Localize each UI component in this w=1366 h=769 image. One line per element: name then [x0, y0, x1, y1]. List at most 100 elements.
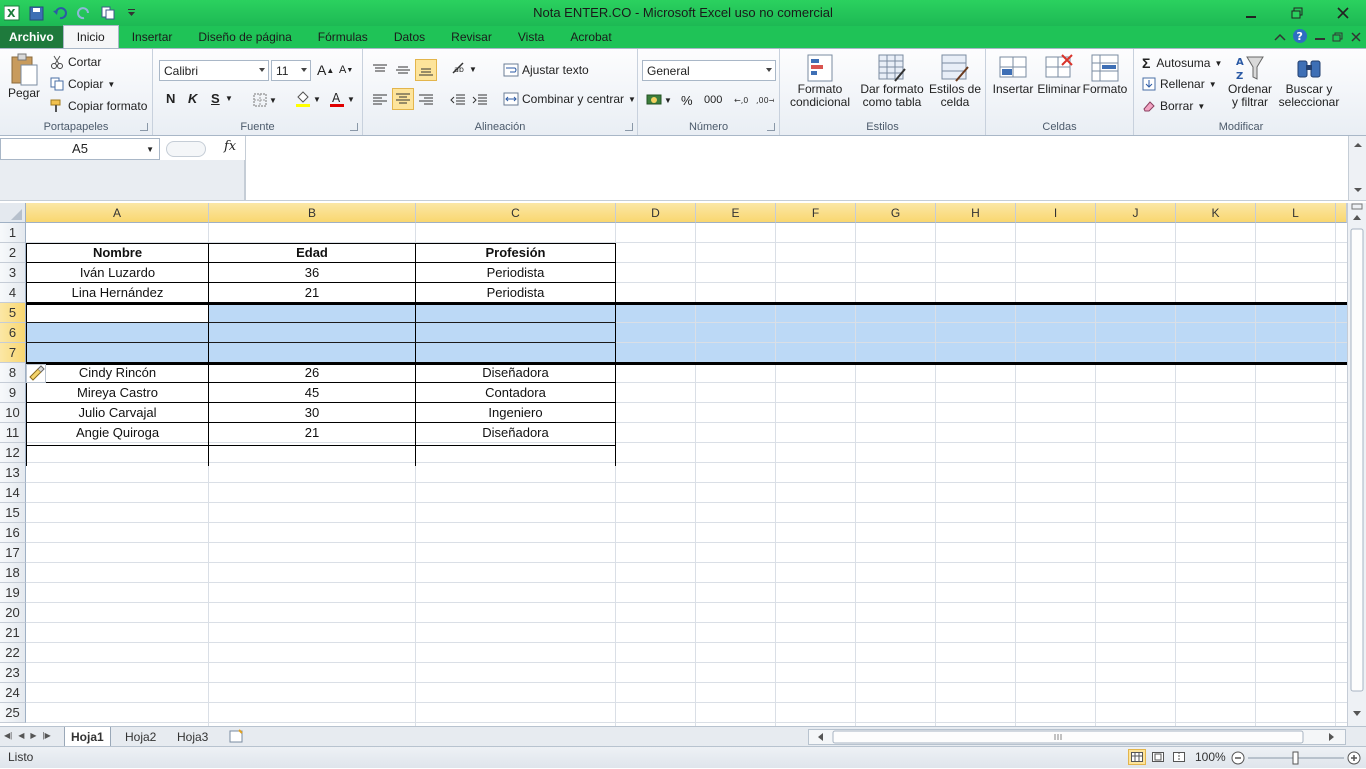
- table-cell[interactable]: Diseñadora: [416, 423, 615, 443]
- italic-button[interactable]: K: [188, 91, 197, 106]
- column-header-a[interactable]: A: [26, 203, 209, 223]
- row-header-3[interactable]: 3: [0, 263, 26, 283]
- table-cell[interactable]: Julio Carvajal: [27, 403, 208, 423]
- page-layout-view-icon[interactable]: [1149, 749, 1167, 765]
- name-box[interactable]: A5 ▼: [0, 138, 160, 160]
- row-header-11[interactable]: 11: [0, 423, 26, 443]
- underline-dropdown-icon[interactable]: ▼: [225, 94, 233, 103]
- table-cell[interactable]: Ingeniero: [416, 403, 615, 423]
- align-right-button[interactable]: [418, 93, 434, 107]
- row-header-2[interactable]: 2: [0, 243, 26, 263]
- row-header-16[interactable]: 16: [0, 523, 26, 543]
- table-cell[interactable]: 30: [209, 403, 415, 423]
- row-header-25[interactable]: 25: [0, 703, 26, 723]
- table-cell[interactable]: [209, 303, 415, 323]
- last-sheet-icon[interactable]: |▶: [43, 731, 51, 740]
- tab-vista[interactable]: Vista: [505, 26, 557, 48]
- tab-revisar[interactable]: Revisar: [438, 26, 505, 48]
- page-break-view-icon[interactable]: [1170, 749, 1188, 765]
- table-cell[interactable]: [27, 323, 208, 343]
- column-header-e[interactable]: E: [696, 203, 776, 223]
- tab-acrobat[interactable]: Acrobat: [557, 26, 624, 48]
- column-header-d[interactable]: D: [616, 203, 696, 223]
- clear-button[interactable]: Borrar ▼: [1142, 99, 1205, 113]
- tab-inicio[interactable]: Inicio: [62, 25, 119, 48]
- next-sheet-icon[interactable]: ▶: [30, 731, 36, 740]
- zoom-slider[interactable]: [1230, 750, 1362, 766]
- cut-button[interactable]: Cortar: [50, 55, 101, 69]
- row-header-17[interactable]: 17: [0, 543, 26, 563]
- fill-button[interactable]: Rellenar ▼: [1142, 77, 1217, 91]
- column-header-m[interactable]: [1336, 203, 1347, 223]
- table-cell[interactable]: 21: [209, 283, 415, 303]
- row-header-14[interactable]: 14: [0, 483, 26, 503]
- table-header-profesion[interactable]: Profesión: [416, 243, 615, 263]
- row-header-23[interactable]: 23: [0, 663, 26, 683]
- format-cells-button[interactable]: Formato: [1082, 53, 1128, 96]
- percent-button[interactable]: %: [681, 93, 693, 108]
- font-size-combo[interactable]: 11: [271, 60, 311, 81]
- underline-button[interactable]: S: [211, 91, 220, 106]
- orientation-button[interactable]: ab ▼: [451, 61, 477, 77]
- help-icon[interactable]: ?: [1292, 28, 1308, 47]
- table-cell[interactable]: Lina Hernández: [27, 283, 208, 303]
- format-painter-button[interactable]: Copiar formato: [50, 99, 147, 113]
- column-header-i[interactable]: I: [1016, 203, 1096, 223]
- table-cell[interactable]: 21: [209, 423, 415, 443]
- row-header-5[interactable]: 5: [0, 303, 26, 323]
- thousands-button[interactable]: 000: [704, 94, 722, 106]
- row-header-7[interactable]: 7: [0, 343, 26, 363]
- align-center-button[interactable]: [392, 88, 414, 110]
- decrease-indent-button[interactable]: [450, 93, 466, 107]
- table-header-nombre[interactable]: Nombre: [27, 243, 208, 263]
- align-bottom-button[interactable]: [415, 59, 437, 81]
- column-header-j[interactable]: J: [1096, 203, 1176, 223]
- column-header-c[interactable]: C: [416, 203, 616, 223]
- shrink-font-button[interactable]: A ▼: [339, 64, 353, 76]
- fill-color-button[interactable]: ▼: [295, 91, 321, 107]
- sheet-tab-hoja2[interactable]: Hoja2: [119, 727, 162, 747]
- first-sheet-icon[interactable]: ◀|: [4, 731, 12, 740]
- collapse-ribbon-icon[interactable]: [1274, 31, 1286, 45]
- sheet-tab-hoja1[interactable]: Hoja1: [64, 727, 111, 747]
- table-cell[interactable]: [416, 303, 615, 323]
- copy-button[interactable]: Copiar ▼: [50, 77, 115, 91]
- row-header-24[interactable]: 24: [0, 683, 26, 703]
- cell-styles-button[interactable]: Estilos de celda: [926, 53, 984, 109]
- table-header-edad[interactable]: Edad: [209, 243, 415, 263]
- delete-cells-button[interactable]: Eliminar: [1036, 53, 1082, 96]
- row-header-19[interactable]: 19: [0, 583, 26, 603]
- table-cell[interactable]: Mireya Castro: [27, 383, 208, 403]
- format-as-table-button[interactable]: Dar formato como tabla: [858, 53, 926, 109]
- table-cell[interactable]: Contadora: [416, 383, 615, 403]
- formula-bar-scroll[interactable]: [1348, 136, 1366, 200]
- dialog-launcher-icon[interactable]: [140, 123, 148, 131]
- normal-view-icon[interactable]: [1128, 749, 1146, 765]
- column-header-h[interactable]: H: [936, 203, 1016, 223]
- currency-button[interactable]: ▼: [646, 92, 672, 108]
- dialog-launcher-icon[interactable]: [350, 123, 358, 131]
- column-header-b[interactable]: B: [209, 203, 416, 223]
- workbook-minimize-icon[interactable]: [1314, 31, 1326, 45]
- name-box-dropdown-icon[interactable]: ▼: [146, 140, 154, 160]
- insert-function-icon[interactable]: fx: [224, 139, 236, 154]
- new-sheet-icon[interactable]: [228, 729, 246, 747]
- row-header-12[interactable]: 12: [0, 443, 26, 463]
- conditional-format-button[interactable]: Formato condicional: [784, 53, 856, 109]
- sort-filter-button[interactable]: AZ Ordenar y filtrar: [1226, 53, 1274, 109]
- column-header-f[interactable]: F: [776, 203, 856, 223]
- copy-dropdown-icon[interactable]: ▼: [107, 80, 115, 89]
- wrap-text-button[interactable]: Ajustar texto: [503, 63, 589, 77]
- row-header-10[interactable]: 10: [0, 403, 26, 423]
- row-header-6[interactable]: 6: [0, 323, 26, 343]
- table-cell[interactable]: Angie Quiroga: [27, 423, 208, 443]
- spreadsheet-grid[interactable]: A B C D E F G H I J K L 1 2 3 4 5 6 7 8 …: [0, 203, 1347, 726]
- borders-button[interactable]: ▼: [253, 93, 277, 107]
- row-header-1[interactable]: 1: [0, 223, 26, 243]
- table-cell[interactable]: [27, 343, 208, 363]
- table-cell[interactable]: [27, 303, 208, 323]
- find-select-button[interactable]: Buscar y seleccionar: [1276, 53, 1342, 109]
- tab-archivo[interactable]: Archivo: [0, 26, 63, 48]
- bold-button[interactable]: N: [166, 91, 175, 106]
- column-header-k[interactable]: K: [1176, 203, 1256, 223]
